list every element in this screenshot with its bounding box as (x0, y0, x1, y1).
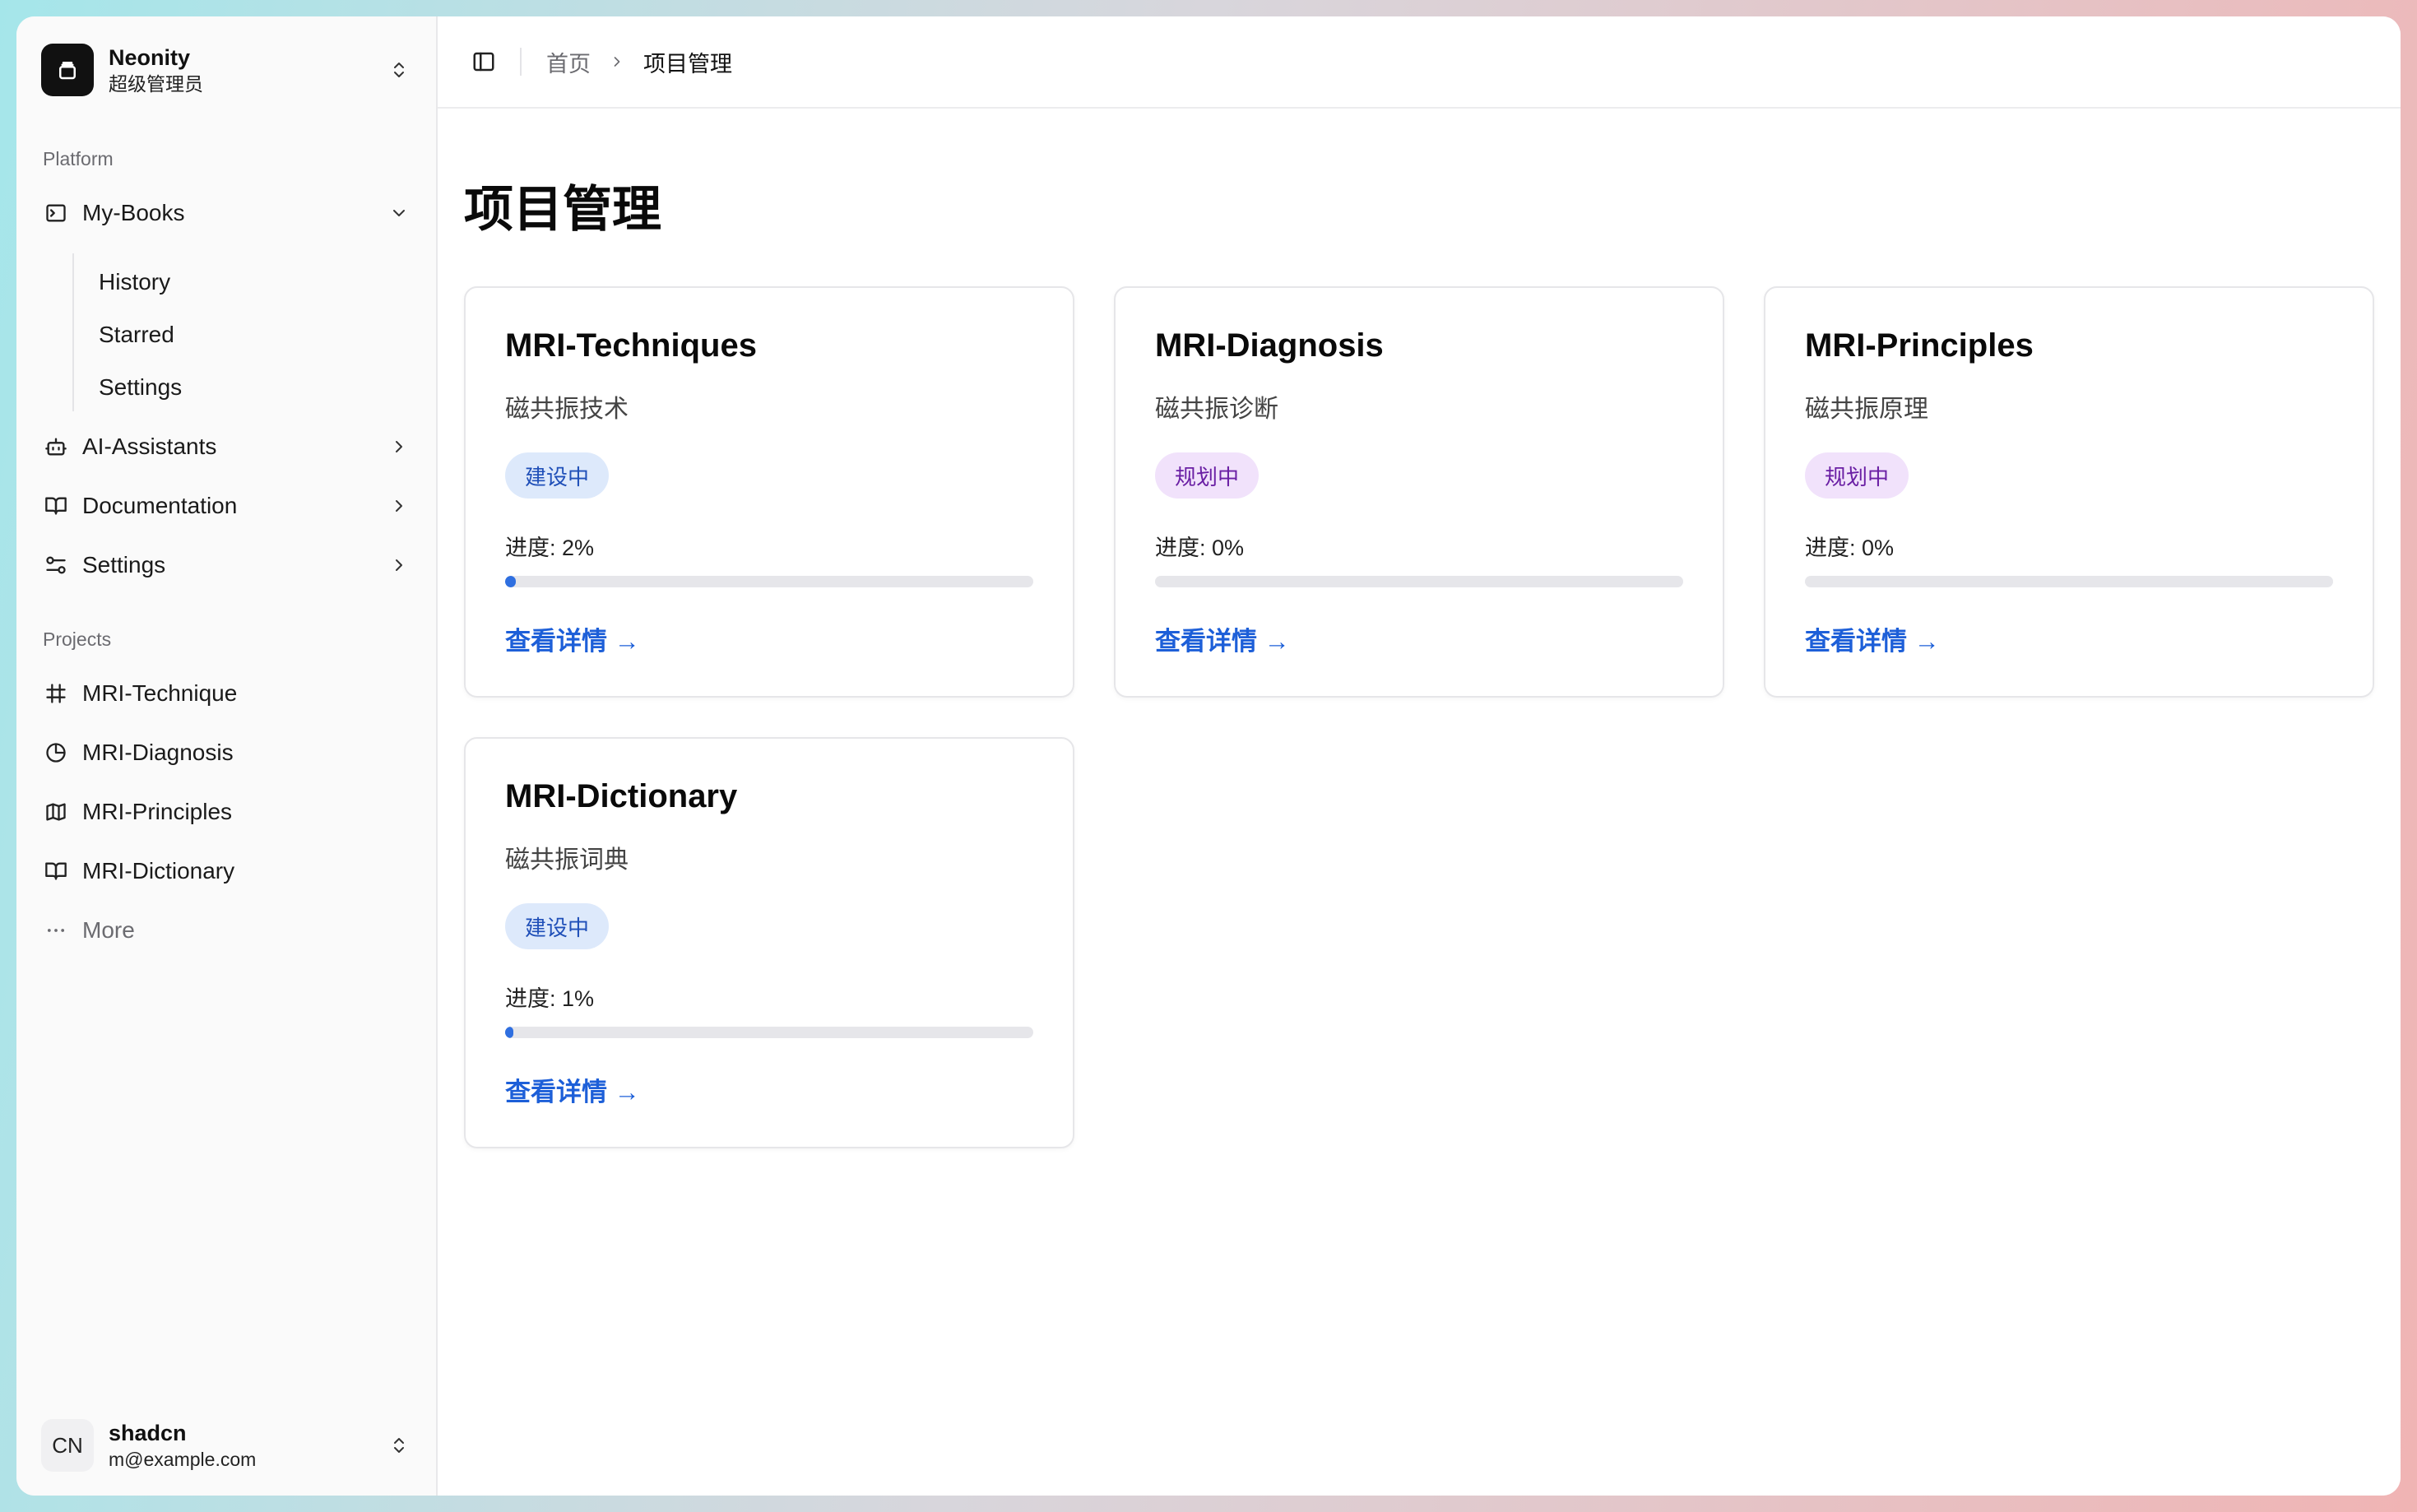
sidebar-project-mri-diagnosis[interactable]: MRI-Diagnosis (43, 729, 411, 777)
sidebar-subitem-settings[interactable]: Settings (99, 367, 182, 408)
hash-frame-icon (43, 680, 69, 707)
progress-bar (505, 576, 1033, 587)
ellipsis-icon (43, 917, 69, 944)
view-details-link[interactable]: 查看详情 → (505, 1071, 640, 1108)
project-card: MRI-Dictionary 磁共振词典建设中进度: 1% 查看详情 → (464, 737, 1074, 1148)
book-open-icon (43, 493, 69, 519)
card-subtitle: 磁共振原理 (1805, 396, 1928, 423)
progress-label: 进度: 1% (505, 986, 595, 1011)
user-name: shadcn (109, 1421, 187, 1445)
card-title: MRI-Dictionary (505, 778, 738, 814)
user-menu[interactable]: CN shadcn m@example.com (41, 1415, 411, 1476)
chevron-down-icon (387, 201, 411, 225)
progress-bar (1805, 576, 2333, 587)
sidebar-item-settings[interactable]: Settings (43, 541, 411, 589)
view-details-link[interactable]: 查看详情 → (1805, 620, 1940, 657)
sidebar-item-my-books[interactable]: My-Books (43, 189, 411, 237)
project-label: MRI-Diagnosis (82, 740, 234, 765)
sidebar-project-mri-dictionary[interactable]: MRI-Dictionary (43, 847, 411, 895)
terminal-icon (43, 200, 69, 226)
progress-label: 进度: 2% (505, 536, 595, 560)
sidebar-item-label: Documentation (82, 493, 238, 518)
card-subtitle: 磁共振词典 (505, 846, 629, 874)
sidebar-toggle-icon[interactable] (467, 45, 500, 78)
app-window: Neonity 超级管理员 Platform My-Books History … (16, 16, 2401, 1496)
group-label-platform: Platform (43, 148, 114, 169)
bot-icon (43, 434, 69, 460)
more-label: More (82, 917, 135, 943)
chevron-right-icon (387, 553, 411, 577)
team-role: 超级管理员 (109, 73, 203, 95)
project-label: MRI-Principles (82, 799, 233, 824)
progress-label: 进度: 0% (1155, 536, 1245, 560)
sidebar-item-documentation[interactable]: Documentation (43, 482, 411, 530)
group-label-projects: Projects (43, 628, 112, 650)
status-badge: 规划中 (1155, 452, 1260, 499)
view-details-link[interactable]: 查看详情 → (1155, 620, 1290, 657)
sliders-icon (43, 552, 69, 578)
sidebar-item-label: My-Books (82, 200, 185, 225)
progress-fill (505, 576, 516, 587)
avatar: CN (41, 1419, 94, 1472)
map-icon (43, 799, 69, 825)
team-name: Neonity (109, 45, 191, 70)
book-open-icon (43, 858, 69, 884)
pie-chart-icon (43, 740, 69, 766)
sidebar: Neonity 超级管理员 Platform My-Books History … (16, 16, 438, 1496)
chevron-right-icon (387, 494, 411, 518)
sidebar-subitem-starred[interactable]: Starred (99, 314, 174, 355)
progress-bar (1155, 576, 1683, 587)
status-badge: 建设中 (505, 452, 610, 499)
sidebar-more[interactable]: More (43, 907, 411, 954)
top-bar: 首页 项目管理 (438, 16, 2401, 109)
chevrons-up-down-icon (387, 53, 411, 86)
chevron-right-icon (387, 434, 411, 459)
project-label: MRI-Dictionary (82, 858, 235, 884)
progress-fill (505, 1027, 514, 1038)
status-badge: 建设中 (505, 903, 610, 949)
user-email: m@example.com (109, 1449, 257, 1470)
project-card: MRI-Diagnosis 磁共振诊断规划中进度: 0% 查看详情 → (1114, 286, 1724, 698)
chevron-right-icon (609, 53, 625, 70)
progress-label: 进度: 0% (1805, 536, 1895, 560)
progress-bar (505, 1027, 1033, 1038)
toolbar-divider (520, 48, 522, 76)
breadcrumb: 首页 项目管理 (546, 46, 732, 78)
card-subtitle: 磁共振技术 (505, 396, 629, 423)
sidebar-item-ai-assistants[interactable]: AI-Assistants (43, 423, 411, 471)
sidebar-item-label: AI-Assistants (82, 434, 217, 459)
card-title: MRI-Principles (1805, 327, 2034, 364)
page-title: 项目管理 (464, 182, 661, 237)
status-badge: 规划中 (1805, 452, 1909, 499)
project-card: MRI-Principles 磁共振原理规划中进度: 0% 查看详情 → (1764, 286, 2374, 698)
sidebar-project-mri-technique[interactable]: MRI-Technique (43, 670, 411, 717)
sidebar-item-label: Settings (82, 552, 166, 577)
main-content: 首页 项目管理 项目管理 MRI-Techniques 磁共振技术 建设中 进度: 2… (438, 16, 2401, 1496)
team-logo-icon (41, 44, 94, 96)
project-label: MRI-Technique (82, 680, 238, 706)
card-title: MRI-Techniques (505, 327, 757, 364)
card-title: MRI-Diagnosis (1155, 327, 1384, 364)
sidebar-subitem-history[interactable]: History (99, 262, 170, 303)
submenu-divider (72, 253, 74, 411)
view-details-link[interactable]: 查看详情 → (505, 620, 640, 657)
team-switcher[interactable]: Neonity 超级管理员 (41, 41, 411, 99)
sidebar-project-mri-principles[interactable]: MRI-Principles (43, 788, 411, 836)
project-card: MRI-Techniques 磁共振技术建设中进度: 2% 查看详情 → (464, 286, 1074, 698)
chevrons-up-down-icon (387, 1429, 411, 1462)
breadcrumb-current: 项目管理 (643, 51, 732, 77)
card-subtitle: 磁共振诊断 (1155, 396, 1278, 423)
breadcrumb-home[interactable]: 首页 (546, 46, 591, 78)
